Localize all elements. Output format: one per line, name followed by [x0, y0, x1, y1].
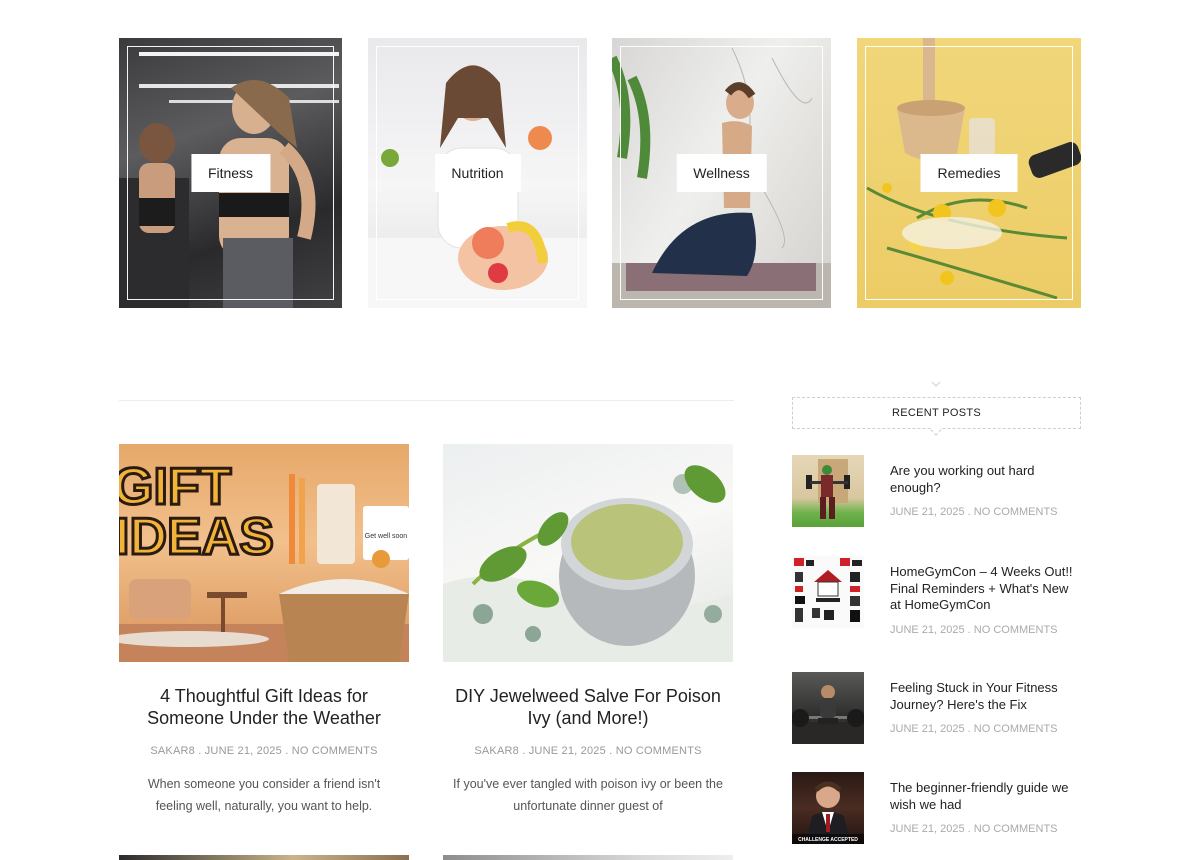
recent-post-date: JUNE 21, 2025 — [890, 723, 965, 735]
section-divider — [119, 400, 734, 401]
recent-post-meta: JUNE 21, 2025 . NO COMMENTS — [890, 622, 1082, 639]
meta-separator: . — [198, 745, 202, 757]
recent-post-text: HomeGymCon – 4 Weeks Out!! Final Reminde… — [890, 564, 1082, 638]
recent-post-date: JUNE 21, 2025 — [890, 623, 965, 636]
post-excerpt: When someone you consider a friend isn't… — [147, 777, 381, 813]
recent-post-text: Are you working out hard enough? JUNE 21… — [890, 463, 1082, 521]
recent-post-comments[interactable]: NO COMMENTS — [974, 624, 1058, 636]
recent-post-date: JUNE 21, 2025 — [890, 506, 965, 518]
ideas-text: IDEAS — [119, 508, 274, 566]
category-label[interactable]: Nutrition — [434, 154, 521, 192]
recent-post-title[interactable]: The beginner-friendly guide we wish we h… — [890, 780, 1082, 813]
recent-post-meta: JUNE 21, 2025 . NO COMMENTS — [890, 821, 1082, 838]
post-card: DIY Jewelweed Salve For Poison Ivy (and … — [443, 444, 733, 817]
meta-separator: . — [967, 723, 971, 735]
post-title[interactable]: 4 Thoughtful Gift Ideas for Someone Unde… — [125, 685, 403, 729]
category-label[interactable]: Fitness — [190, 154, 271, 192]
next-post-thumbnail[interactable] — [443, 855, 733, 860]
meta-separator: . — [609, 745, 613, 757]
post-title[interactable]: DIY Jewelweed Salve For Poison Ivy (and … — [449, 685, 727, 729]
meta-separator: . — [967, 506, 971, 518]
card-text: Get well soon — [365, 533, 408, 540]
recent-post-title[interactable]: Feeling Stuck in Your Fitness Journey? H… — [890, 680, 1082, 713]
category-label[interactable]: Remedies — [920, 154, 1018, 192]
gift-ideas-image: GIFT IDEAS Get well soon — [119, 457, 409, 662]
next-post-thumbnail[interactable] — [119, 855, 409, 860]
recent-post-thumbnail[interactable]: CHALLENGE ACCEPTED — [792, 772, 864, 844]
thumb-caption: CHALLENGE ACCEPTED — [798, 837, 858, 843]
recent-post-meta: JUNE 21, 2025 . NO COMMENTS — [890, 504, 1082, 521]
workout-thumb-image — [806, 459, 850, 519]
post-date: JUNE 21, 2025 — [204, 745, 282, 757]
post-thumbnail[interactable]: GIFT IDEAS Get well soon — [119, 444, 409, 662]
recent-post-title[interactable]: HomeGymCon – 4 Weeks Out!! Final Reminde… — [890, 564, 1082, 614]
post-excerpt: If you've ever tangled with poison ivy o… — [453, 777, 723, 813]
recent-post-comments[interactable]: NO COMMENTS — [974, 506, 1058, 518]
category-tile-remedies[interactable]: Remedies — [857, 38, 1081, 308]
post-author[interactable]: SAKAR8 — [474, 745, 519, 757]
jewelweed-salve-image — [443, 465, 733, 662]
post-meta: SAKAR8 . JUNE 21, 2025 . NO COMMENTS — [443, 745, 733, 757]
post-author[interactable]: SAKAR8 — [150, 745, 195, 757]
post-meta: SAKAR8 . JUNE 21, 2025 . NO COMMENTS — [119, 745, 409, 757]
meta-separator: . — [967, 823, 971, 835]
category-tiles: Fitness Nutrition Wellness Remedies — [119, 38, 1081, 308]
recent-post-comments[interactable]: NO COMMENTS — [974, 723, 1058, 735]
recent-post-thumbnail[interactable] — [792, 672, 864, 744]
chevron-down-icon — [931, 381, 941, 387]
recent-post-comments[interactable]: NO COMMENTS — [974, 823, 1058, 835]
meta-separator: . — [522, 745, 526, 757]
category-label[interactable]: Wellness — [676, 154, 767, 192]
recent-post-text: Feeling Stuck in Your Fitness Journey? H… — [890, 680, 1082, 738]
beginner-guide-thumb-image: CHALLENGE ACCEPTED — [792, 781, 864, 844]
post-comments[interactable]: NO COMMENTS — [616, 745, 702, 757]
recent-post-title[interactable]: Are you working out hard enough? — [890, 463, 1082, 496]
post-card: GIFT IDEAS Get well soon 4 Thoughtful Gi… — [119, 444, 409, 817]
meta-separator: . — [285, 745, 289, 757]
category-tile-wellness[interactable]: Wellness — [612, 38, 831, 308]
recent-post-thumbnail[interactable] — [792, 455, 864, 527]
post-thumbnail[interactable] — [443, 444, 733, 662]
recent-post-thumbnail[interactable] — [792, 556, 864, 628]
meta-separator: . — [967, 623, 971, 636]
stuck-fitness-thumb-image — [792, 685, 864, 744]
post-comments[interactable]: NO COMMENTS — [292, 745, 378, 757]
recent-post-date: JUNE 21, 2025 — [890, 823, 965, 835]
post-date: JUNE 21, 2025 — [528, 745, 606, 757]
category-tile-nutrition[interactable]: Nutrition — [368, 38, 587, 308]
recent-post-text: The beginner-friendly guide we wish we h… — [890, 780, 1082, 838]
category-tile-fitness[interactable]: Fitness — [119, 38, 342, 308]
recent-post-meta: JUNE 21, 2025 . NO COMMENTS — [890, 721, 1082, 738]
homegymcon-thumb-image — [794, 558, 862, 622]
